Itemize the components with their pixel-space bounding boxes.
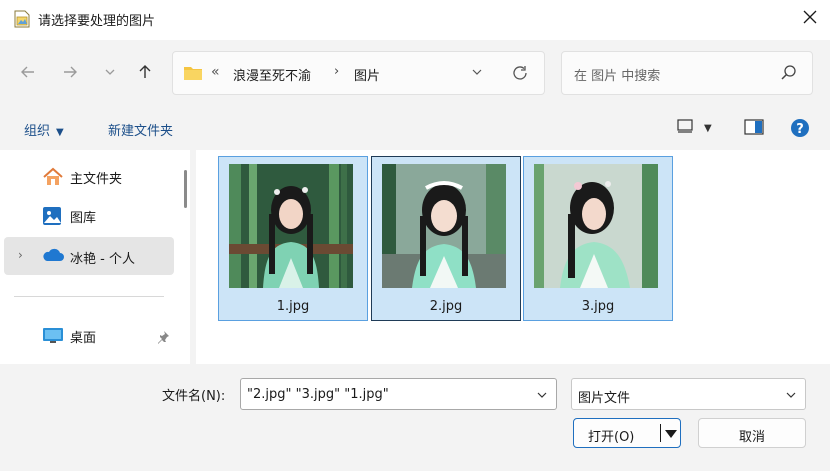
image-file-icon [12,9,32,29]
address-dropdown-icon[interactable] [471,66,483,82]
preview-pane-toggle[interactable] [744,119,764,139]
gallery-icon [42,206,62,230]
breadcrumb-item[interactable]: 浪漫至死不渝 [233,65,311,84]
breadcrumb-item[interactable]: 图片 [354,65,380,84]
filename-label: 文件名(N): [162,389,226,404]
view-options-button[interactable]: ▼ [676,118,712,138]
pin-icon[interactable] [156,330,170,348]
sidebar-item-label: 主文件夹 [70,172,123,187]
sidebar-item-onedrive[interactable]: › 冰艳 - 个人 [4,237,174,275]
dialog-footer: 文件名(N): "2.jpg" "3.jpg" "1.jpg" 图片文件 打开(… [0,364,830,471]
caret-down-icon: ▼ [56,127,64,138]
filetype-select[interactable]: 图片文件 [571,378,806,410]
caret-down-icon[interactable] [664,428,678,444]
new-folder-button[interactable]: 新建文件夹 [108,120,173,139]
file-tile[interactable]: 1.jpg [218,156,368,321]
sidebar-item-gallery[interactable]: 图库 [4,196,174,234]
arrow-up-icon [137,64,153,84]
filetype-value: 图片文件 [578,391,631,406]
filename-field[interactable]: "2.jpg" "3.jpg" "1.jpg" [240,378,557,410]
sidebar-item-home[interactable]: 主文件夹 [4,157,174,195]
sidebar-item-desktop[interactable]: 桌面 [4,316,174,354]
file-name: 1.jpg [276,299,310,314]
cancel-button-label: 取消 [738,430,765,445]
chevron-down-icon [104,66,116,82]
sidebar-item-label: 图库 [70,211,97,226]
image-thumbnail [534,164,658,288]
chevron-right-icon[interactable]: › [18,248,23,262]
file-tile[interactable]: 3.jpg [523,156,673,321]
close-icon [803,10,817,28]
onedrive-cloud-icon [42,247,64,267]
search-input[interactable]: 在 图片 中搜索 [574,65,660,84]
cancel-button[interactable]: 取消 [698,418,806,448]
up-button[interactable] [131,62,159,86]
pane-splitter[interactable] [190,150,196,364]
overflow-breadcrumb[interactable]: « [211,64,220,80]
window-title: 请选择要处理的图片 [38,14,156,29]
forward-button[interactable] [56,62,84,86]
address-bar[interactable]: « 浪漫至死不渝 › 图片 [172,51,545,95]
help-icon: ? [790,119,810,142]
navigation-bar: « 浪漫至死不渝 › 图片 在 图片 中搜索 [0,40,830,108]
open-button-label: 打开(O) [588,430,635,445]
file-tile[interactable]: 2.jpg [371,156,521,321]
file-name: 3.jpg [581,299,615,314]
sidebar-item-label: 冰艳 - 个人 [70,252,135,267]
image-thumbnail [229,164,353,288]
filename-value[interactable]: "2.jpg" "3.jpg" "1.jpg" [247,387,389,402]
sidebar-divider [14,296,164,297]
sidebar-scrollbar[interactable] [184,170,187,208]
help-button[interactable]: ? [790,118,810,142]
open-button[interactable]: 打开(O) [573,418,681,448]
folder-icon [183,65,203,85]
search-icon [780,64,798,86]
caret-down-icon: ▼ [704,122,712,134]
desktop-icon [42,326,64,348]
chevron-down-icon [785,389,797,405]
view-layout-icon [676,118,694,138]
chevron-down-icon[interactable] [536,389,548,405]
arrow-right-icon [62,64,78,84]
preview-pane-icon [744,119,764,139]
back-button[interactable] [14,62,42,86]
title-bar: 请选择要处理的图片 [0,0,830,40]
breadcrumb-separator-icon[interactable]: › [334,64,339,79]
image-thumbnail [382,164,506,288]
navigation-pane: 主文件夹 图库 › 冰艳 - 个人 桌面 [0,150,190,364]
command-bar: 组织 ▼ 新建文件夹 ▼ ? [0,108,830,150]
close-button[interactable] [790,0,830,38]
organize-menu[interactable]: 组织 ▼ [24,120,64,139]
svg-text:?: ? [796,122,804,137]
split-divider [660,424,661,442]
sidebar-item-label: 桌面 [70,331,97,346]
content-area: 主文件夹 图库 › 冰艳 - 个人 桌面 1.jpg 2.jpg 3.jpg [0,150,830,364]
refresh-icon[interactable] [511,64,529,86]
search-box[interactable]: 在 图片 中搜索 [561,51,813,95]
recent-locations-button[interactable] [96,62,124,86]
file-name: 2.jpg [429,299,463,314]
arrow-left-icon [20,64,36,84]
home-icon [42,167,64,191]
